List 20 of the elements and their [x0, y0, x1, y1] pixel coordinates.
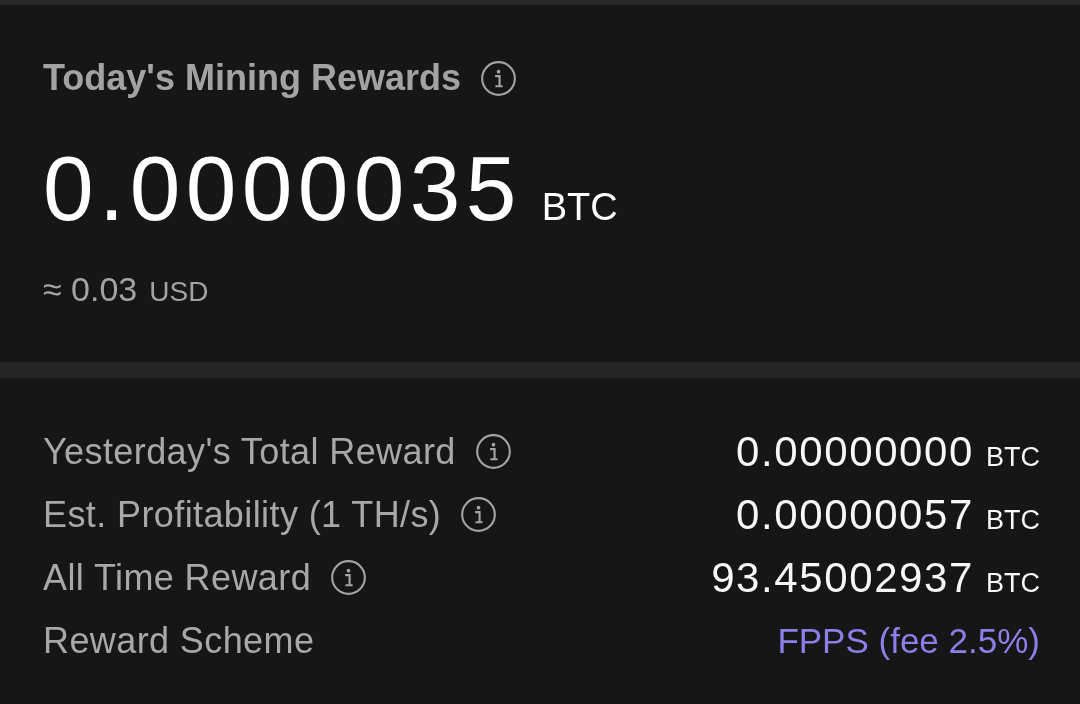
stat-label: Est. Profitability (1 TH/s)	[43, 492, 442, 537]
info-icon[interactable]	[480, 60, 516, 96]
info-icon[interactable]	[475, 434, 511, 469]
currency-unit: BTC	[986, 567, 1040, 599]
currency-unit: BTC	[986, 441, 1040, 473]
fiat-estimate: ≈ 0.03	[43, 269, 138, 309]
stat-value: 0.00000000	[736, 426, 974, 477]
stat-label: Reward Scheme	[43, 618, 315, 663]
reward-amount: 0.0000035	[43, 139, 522, 239]
stat-value: 93.45002937	[711, 552, 974, 603]
currency-unit: BTC	[541, 186, 618, 229]
card-title: Today's Mining Rewards	[43, 56, 461, 100]
info-icon[interactable]	[461, 497, 497, 532]
fiat-unit: USD	[149, 276, 209, 308]
stat-value: 0.00000057	[736, 489, 974, 540]
stat-label: All Time Reward	[43, 555, 312, 600]
stat-label: Yesterday's Total Reward	[43, 429, 456, 474]
info-icon[interactable]	[331, 560, 367, 595]
reward-scheme-link[interactable]: FPPS (fee 2.5%)	[777, 618, 1040, 663]
currency-unit: BTC	[986, 504, 1040, 536]
